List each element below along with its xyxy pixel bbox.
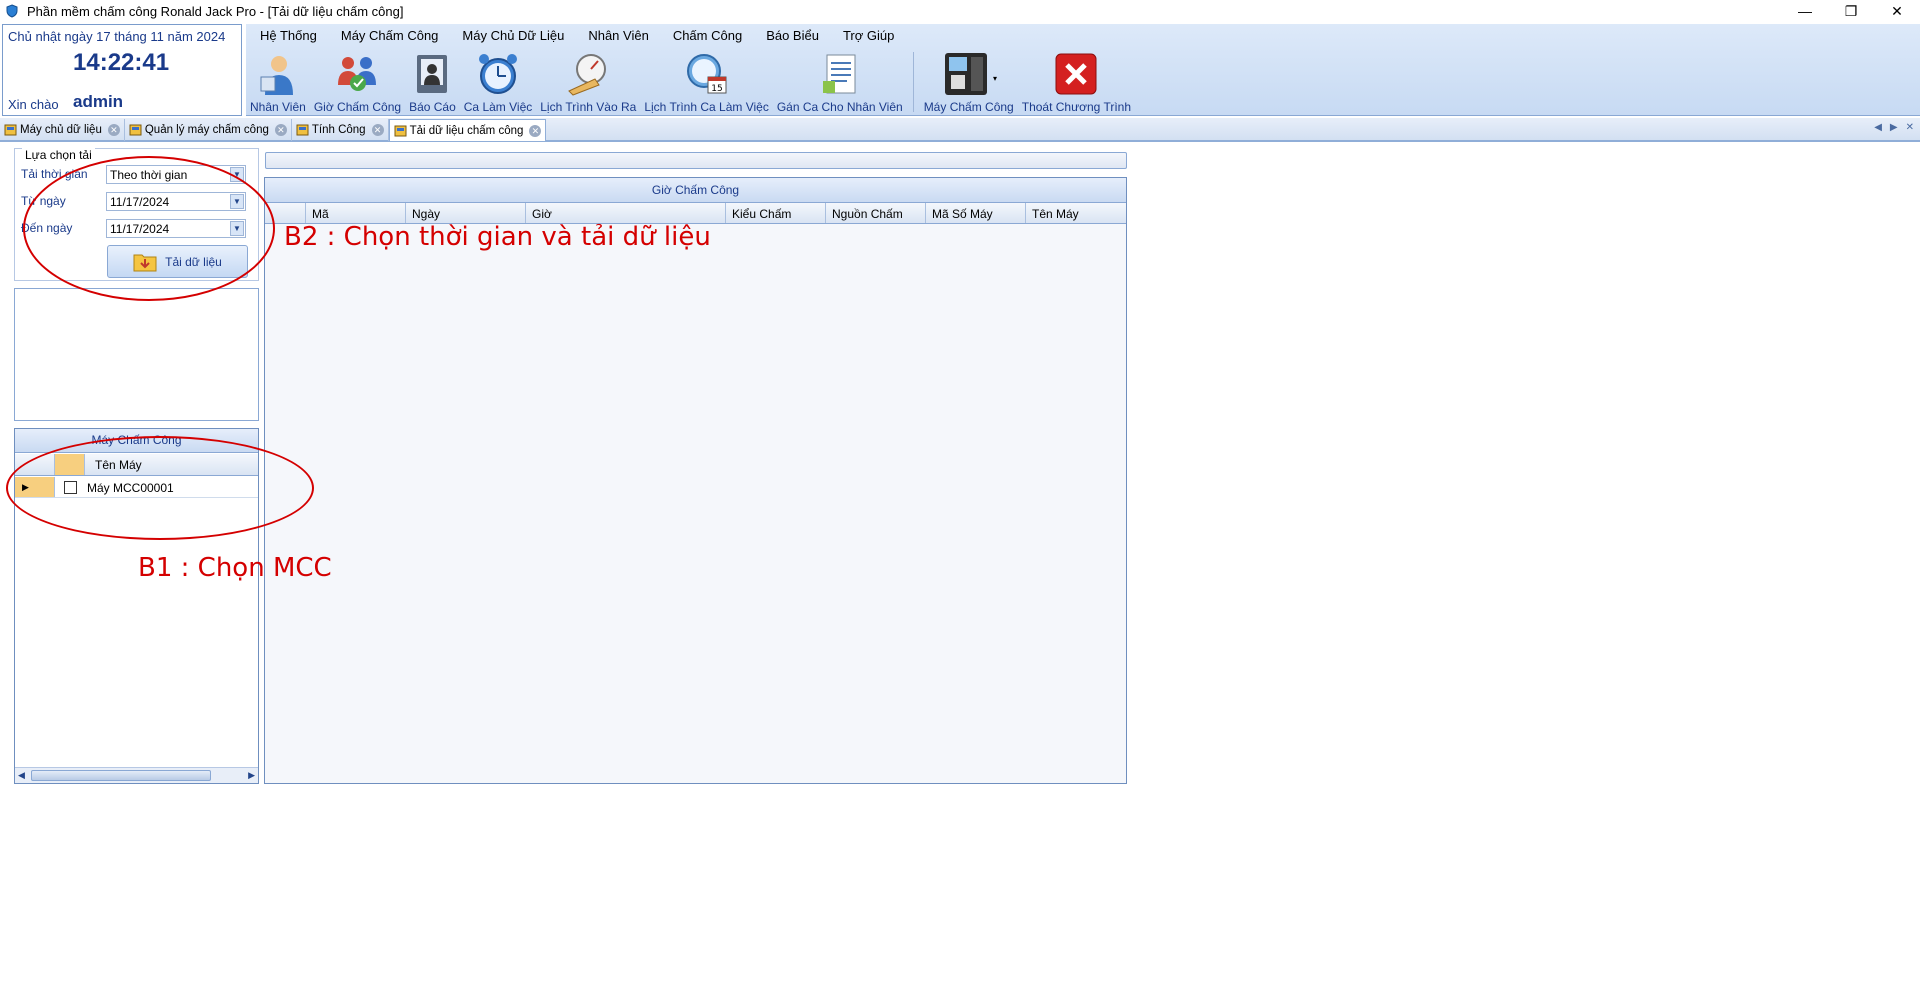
menu-he-thong[interactable]: Hệ Thống [246, 24, 327, 46]
tab-close-icon[interactable]: ✕ [371, 124, 384, 136]
column-ma[interactable]: Mã [306, 203, 406, 223]
schedule-shift-button[interactable]: 15 Lịch Trình Ca Làm Việc [640, 48, 773, 116]
menu-nhan-vien[interactable]: Nhân Viên [574, 24, 658, 46]
tab-close-icon[interactable]: ✕ [529, 124, 542, 137]
attendance-grid-header: Mã Ngày Giờ Kiểu Chấm Nguồn Chấm Mã Số M… [265, 203, 1126, 224]
calendar-clock-icon: 15 [686, 54, 727, 94]
document-tabs: Máy chủ dữ liệu ✕ Quản lý máy chấm công … [0, 118, 1920, 142]
column-nguon-cham[interactable]: Nguồn Chấm [826, 203, 926, 223]
attendance-grid-caption: Giờ Chấm Công [265, 178, 1126, 203]
tab-scroll-right-icon[interactable]: ▶ [1890, 122, 1898, 133]
attendance-machine-icon: ▾ [944, 53, 997, 95]
report-button[interactable]: Báo Cáo [405, 48, 460, 116]
menu-bar: Hệ Thống Máy Chấm Công Máy Chủ Dữ Liệu N… [246, 24, 904, 46]
tab-form-icon [394, 125, 407, 136]
username-label: admin [73, 92, 124, 111]
menu-may-cham-cong[interactable]: Máy Chấm Công [327, 24, 449, 46]
shift-button[interactable]: Ca Làm Việc [460, 48, 536, 116]
menu-tro-giup[interactable]: Trợ Giúp [829, 24, 904, 46]
window-title: Phần mềm chấm công Ronald Jack Pro - [Tả… [27, 3, 404, 19]
tab-quan-ly-may-cham-cong[interactable]: Quản lý máy chấm công ✕ [125, 119, 292, 141]
column-ma-so-may[interactable]: Mã Số Máy [926, 203, 1026, 223]
exit-button[interactable]: Thoát Chương Trình [1018, 48, 1135, 116]
clock-panel: Chủ nhật ngày 17 tháng 11 năm 2024 14:22… [2, 24, 242, 116]
svg-text:15: 15 [711, 84, 722, 94]
clipboard-icon [822, 54, 856, 94]
title-bar: Phần mềm chấm công Ronald Jack Pro - [Tả… [0, 0, 1920, 22]
column-kieu-cham[interactable]: Kiểu Chấm [726, 203, 826, 223]
tab-form-icon [296, 124, 309, 136]
close-red-icon [1055, 53, 1097, 95]
attendance-grid: Giờ Chấm Công Mã Ngày Giờ Kiểu Chấm Nguồ… [264, 177, 1127, 784]
current-date: Chủ nhật ngày 17 tháng 11 năm 2024 [8, 29, 226, 44]
group-legend: Lựa chọn tải [22, 148, 95, 162]
tab-tai-du-lieu-cham-cong[interactable]: Tải dữ liệu chấm công ✕ [388, 119, 547, 141]
tab-may-chu-du-lieu[interactable]: Máy chủ dữ liệu ✕ [0, 119, 125, 141]
menu-bao-bieu[interactable]: Báo Biểu [752, 24, 829, 46]
column-ten-may[interactable]: Tên Máy [1026, 203, 1126, 223]
employee-icon [260, 56, 293, 95]
greeting-label: Xin chào [8, 97, 59, 112]
report-icon [417, 55, 448, 93]
current-time: 14:22:41 [73, 49, 170, 76]
menu-may-chu-du-lieu[interactable]: Máy Chủ Dữ Liệu [448, 24, 574, 46]
progress-bar [265, 152, 1127, 169]
annotation-ellipse-step1 [6, 436, 314, 540]
scroll-thumb[interactable] [31, 770, 211, 781]
annotation-step2: B2 : Chọn thời gian và tải dữ liệu [284, 222, 711, 252]
column-ngay[interactable]: Ngày [406, 203, 526, 223]
employees-button[interactable]: Nhân Viên [246, 48, 310, 116]
app-shield-icon [6, 4, 18, 18]
tab-navigation: ◀ ▶ ✕ [1874, 122, 1914, 133]
toolbar: Nhân Viên Giờ Chấm Công Báo Cáo Ca Làm V… [246, 48, 1135, 116]
column-gio[interactable]: Giờ [526, 203, 726, 223]
log-area [14, 288, 259, 421]
toolbar-separator [912, 52, 914, 112]
tab-close-all-icon[interactable]: ✕ [1906, 122, 1914, 133]
tab-close-icon[interactable]: ✕ [274, 124, 287, 136]
scroll-right-icon[interactable]: ▶ [248, 770, 255, 781]
people-check-icon [338, 57, 377, 91]
machine-button[interactable]: ▾ Máy Chấm Công [920, 48, 1018, 116]
tab-form-icon [4, 124, 17, 136]
annotation-step1: B1 : Chọn MCC [138, 553, 332, 583]
tab-form-icon [129, 124, 142, 136]
assign-shift-button[interactable]: Gán Ca Cho Nhân Viên [773, 48, 907, 116]
attendance-time-button[interactable]: Giờ Chấm Công [310, 48, 405, 116]
svg-text:▾: ▾ [993, 74, 997, 83]
gauge-pencil-icon [568, 54, 607, 96]
menu-cham-cong[interactable]: Chấm Công [659, 24, 752, 46]
scroll-left-icon[interactable]: ◀ [18, 770, 25, 781]
schedule-inout-button[interactable]: Lịch Trình Vào Ra [536, 48, 640, 116]
tab-close-icon[interactable]: ✕ [107, 124, 120, 136]
annotation-ellipse-step2 [23, 156, 275, 301]
tab-scroll-left-icon[interactable]: ◀ [1874, 122, 1882, 133]
tab-tinh-cong[interactable]: Tính Công ✕ [292, 119, 389, 141]
close-button[interactable]: ✕ [1874, 0, 1920, 22]
ribbon: Hệ Thống Máy Chấm Công Máy Chủ Dữ Liệu N… [246, 24, 1920, 116]
horizontal-scrollbar[interactable]: ◀ ▶ [15, 767, 258, 783]
minimize-button[interactable]: — [1782, 0, 1828, 22]
alarm-clock-icon [479, 54, 517, 94]
restore-button[interactable]: ❐ [1828, 0, 1874, 22]
